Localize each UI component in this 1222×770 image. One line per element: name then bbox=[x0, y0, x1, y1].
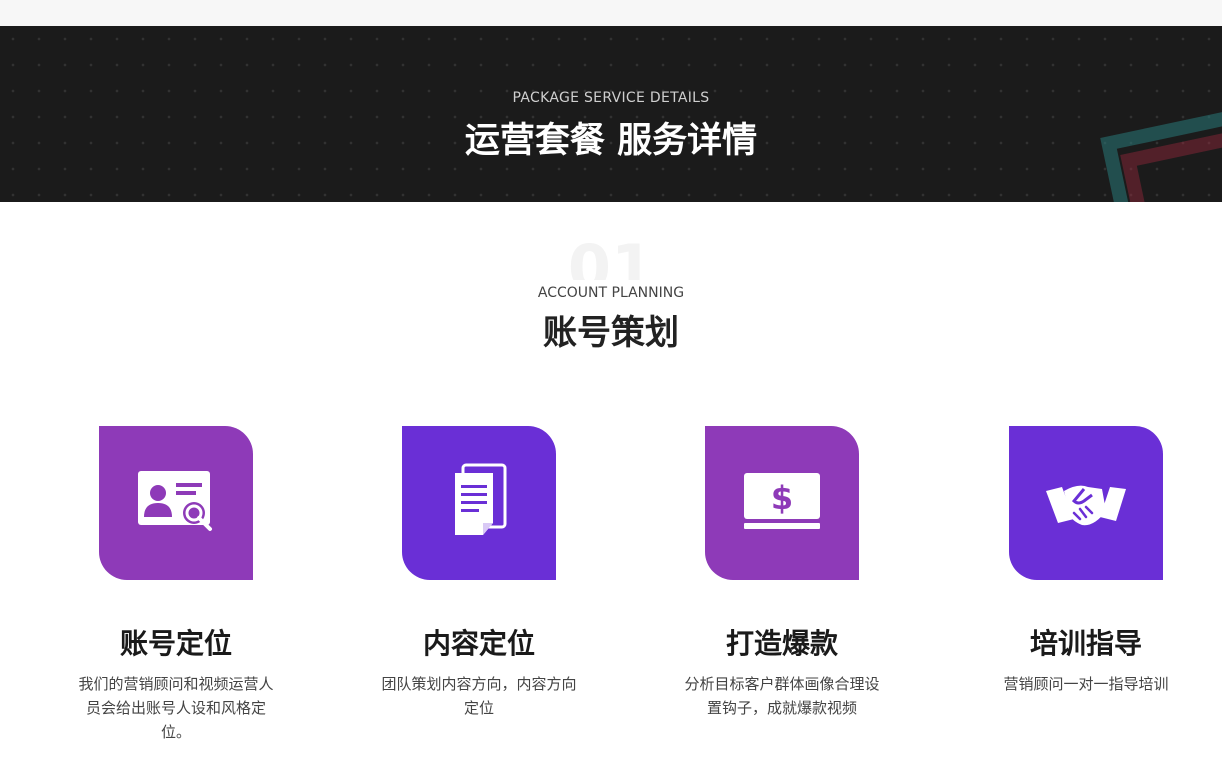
icon-tile bbox=[99, 426, 253, 580]
card-title: 打造爆款 bbox=[725, 627, 838, 660]
service-card-training[interactable]: 培训指导 营销顾问一对一指导培训 bbox=[966, 426, 1206, 696]
laptop-dollar-icon: $ bbox=[744, 473, 820, 529]
top-strip bbox=[0, 0, 1222, 26]
card-title: 账号定位 bbox=[119, 627, 232, 660]
banner-subtitle: PACKAGE SERVICE DETAILS bbox=[512, 90, 710, 106]
card-title: 培训指导 bbox=[1029, 627, 1142, 660]
card-description: 团队策划内容方向，内容方向定位 bbox=[381, 675, 577, 717]
handshake-icon bbox=[1046, 485, 1126, 526]
icon-tile bbox=[402, 426, 556, 580]
banner-title: 运营套餐 服务详情 bbox=[464, 121, 758, 161]
service-card-content-positioning[interactable]: 内容定位 团队策划内容方向，内容方向定位 bbox=[359, 426, 599, 720]
section-subtitle: ACCOUNT PLANNING bbox=[537, 285, 685, 301]
icon-tile: $ bbox=[705, 426, 859, 580]
id-card-search-icon bbox=[138, 471, 212, 531]
card-description: 分析目标客户群体画像合理设置钩子，成就爆款视频 bbox=[684, 675, 880, 717]
icon-tile bbox=[1009, 426, 1163, 580]
service-card-account-positioning[interactable]: 账号定位 我们的营销顾问和视频运营人员会给出账号人设和风格定位。 bbox=[56, 426, 296, 744]
card-description: 我们的营销顾问和视频运营人员会给出账号人设和风格定位。 bbox=[78, 675, 274, 741]
section-title: 账号策划 bbox=[543, 313, 679, 353]
section-number: 01 bbox=[567, 231, 655, 280]
svg-text:$: $ bbox=[771, 479, 793, 517]
card-title: 内容定位 bbox=[422, 627, 535, 660]
card-description: 营销顾问一对一指导培训 bbox=[1003, 675, 1169, 693]
service-card-viral-content[interactable]: $ 打造爆款 分析目标客户群体画像合理设置钩子，成就爆款视频 bbox=[662, 426, 902, 720]
document-icon bbox=[455, 463, 507, 535]
hero-banner: PACKAGE SERVICE DETAILS 运营套餐 服务详情 bbox=[0, 26, 1222, 202]
